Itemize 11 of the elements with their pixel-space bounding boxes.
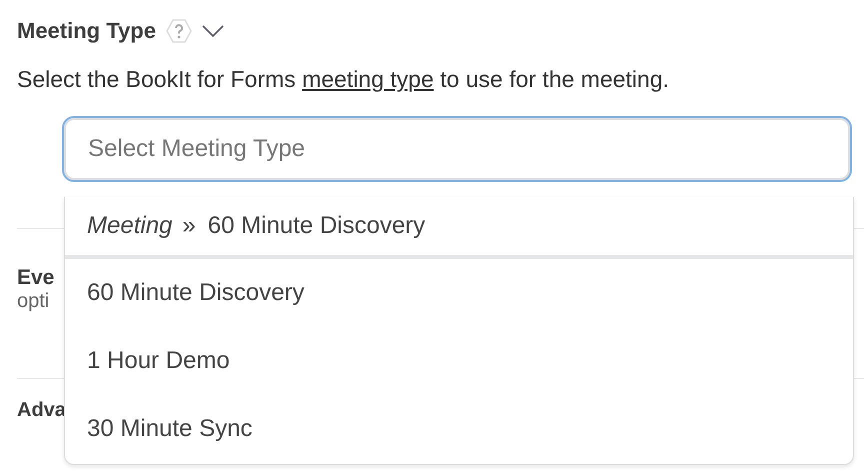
- dropdown-option[interactable]: 30 Minute Sync: [65, 395, 853, 463]
- advanced-settings-title[interactable]: Adva: [17, 399, 66, 422]
- meeting-type-link[interactable]: meeting type: [302, 66, 434, 92]
- meeting-type-input[interactable]: Select Meeting Type: [62, 116, 852, 182]
- chevron-down-icon[interactable]: [202, 24, 224, 38]
- section-title: Eve: [17, 266, 54, 290]
- field-label: Meeting Type: [17, 18, 156, 44]
- field-description: Select the BookIt for Forms meeting type to use for the meeting.: [17, 66, 670, 93]
- dropdown-option[interactable]: 1 Hour Demo: [65, 327, 853, 395]
- section-text: opti: [17, 290, 50, 313]
- dropdown-option[interactable]: 60 Minute Discovery: [65, 259, 853, 327]
